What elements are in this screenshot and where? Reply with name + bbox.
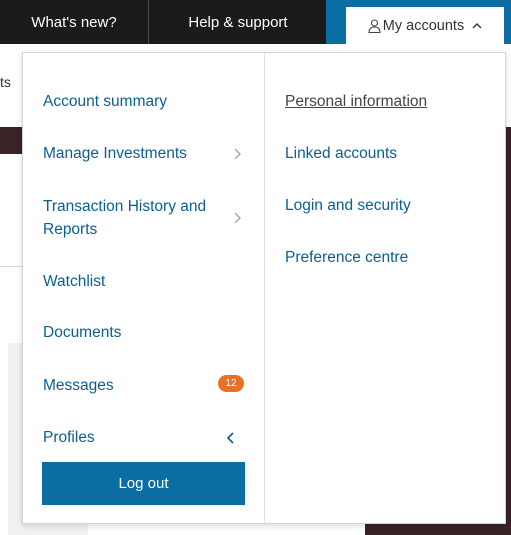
menu-item-manage-investments[interactable]: Manage Investments [43, 142, 243, 165]
menu-item-linked-accounts[interactable]: Linked accounts [285, 142, 397, 165]
menu-item-label: Watchlist [43, 273, 106, 290]
background-partial-text: ts [0, 74, 11, 90]
menu-item-profiles[interactable]: Profiles [43, 426, 243, 449]
my-accounts-button[interactable]: My accounts [346, 7, 504, 52]
help-support-link[interactable]: Help & support [150, 0, 326, 44]
menu-item-label: Messages [43, 377, 114, 394]
menu-item-label: Documents [43, 324, 122, 341]
chevron-right-icon [234, 212, 241, 224]
whats-new-link[interactable]: What's new? [0, 0, 149, 44]
menu-item-label: Account summary [43, 93, 168, 110]
menu-item-label: Profiles [43, 429, 95, 446]
background-divider [0, 266, 22, 267]
messages-count-badge: 12 [218, 375, 244, 392]
my-accounts-dropdown: Account summary Manage Investments Trans… [22, 52, 506, 524]
menu-item-watchlist[interactable]: Watchlist [43, 270, 105, 293]
chevron-left-icon [227, 432, 234, 444]
log-out-button[interactable]: Log out [42, 462, 245, 505]
menu-item-label: Manage Investments [43, 145, 187, 162]
menu-item-label-line1: Transaction History and [43, 198, 207, 215]
menu-item-personal-information[interactable]: Personal information [285, 90, 427, 113]
menu-item-label-line2: Reports [43, 221, 98, 238]
chevron-up-icon [472, 23, 482, 29]
user-icon [368, 18, 381, 33]
menu-item-messages[interactable]: Messages [43, 374, 114, 397]
chevron-right-icon [234, 148, 241, 160]
menu-item-transaction-history[interactable]: Transaction History and Reports [43, 195, 243, 241]
my-accounts-label: My accounts [382, 17, 465, 34]
menu-column-divider [264, 53, 265, 523]
menu-item-account-summary[interactable]: Account summary [43, 90, 167, 113]
menu-item-login-security[interactable]: Login and security [285, 194, 411, 217]
menu-item-documents[interactable]: Documents [43, 321, 121, 344]
menu-item-preference-centre[interactable]: Preference centre [285, 246, 408, 269]
background-banner-left [0, 127, 22, 154]
